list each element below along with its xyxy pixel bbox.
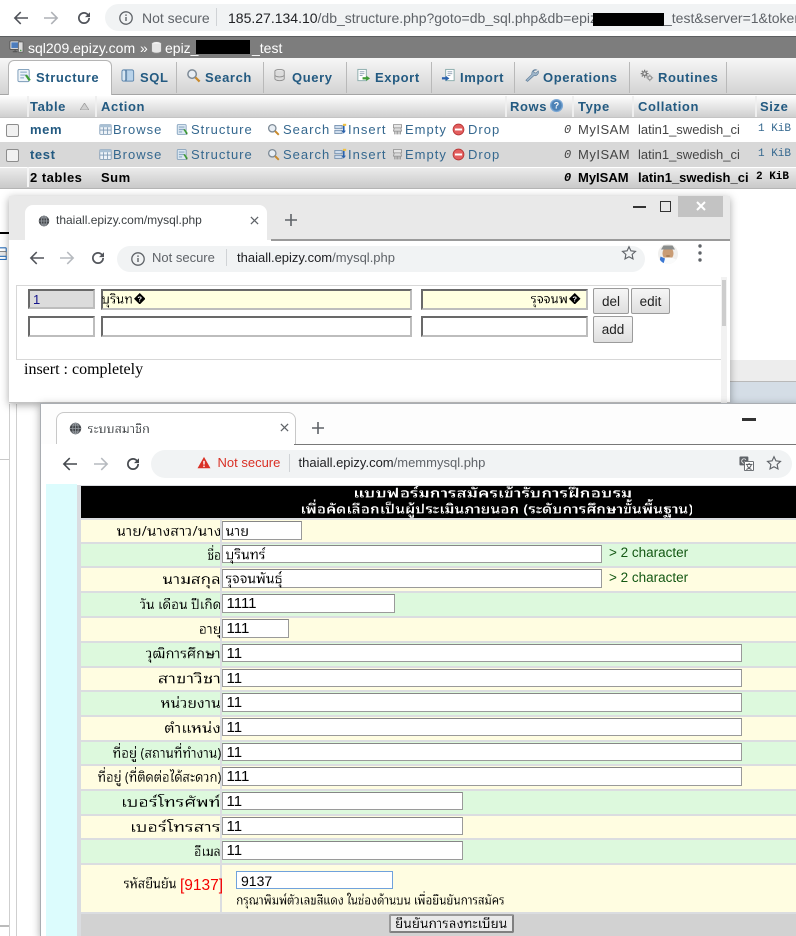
svg-text:?: ?: [137, 294, 142, 303]
svg-text:?: ?: [572, 294, 577, 303]
svg-text:?: ?: [554, 101, 559, 111]
